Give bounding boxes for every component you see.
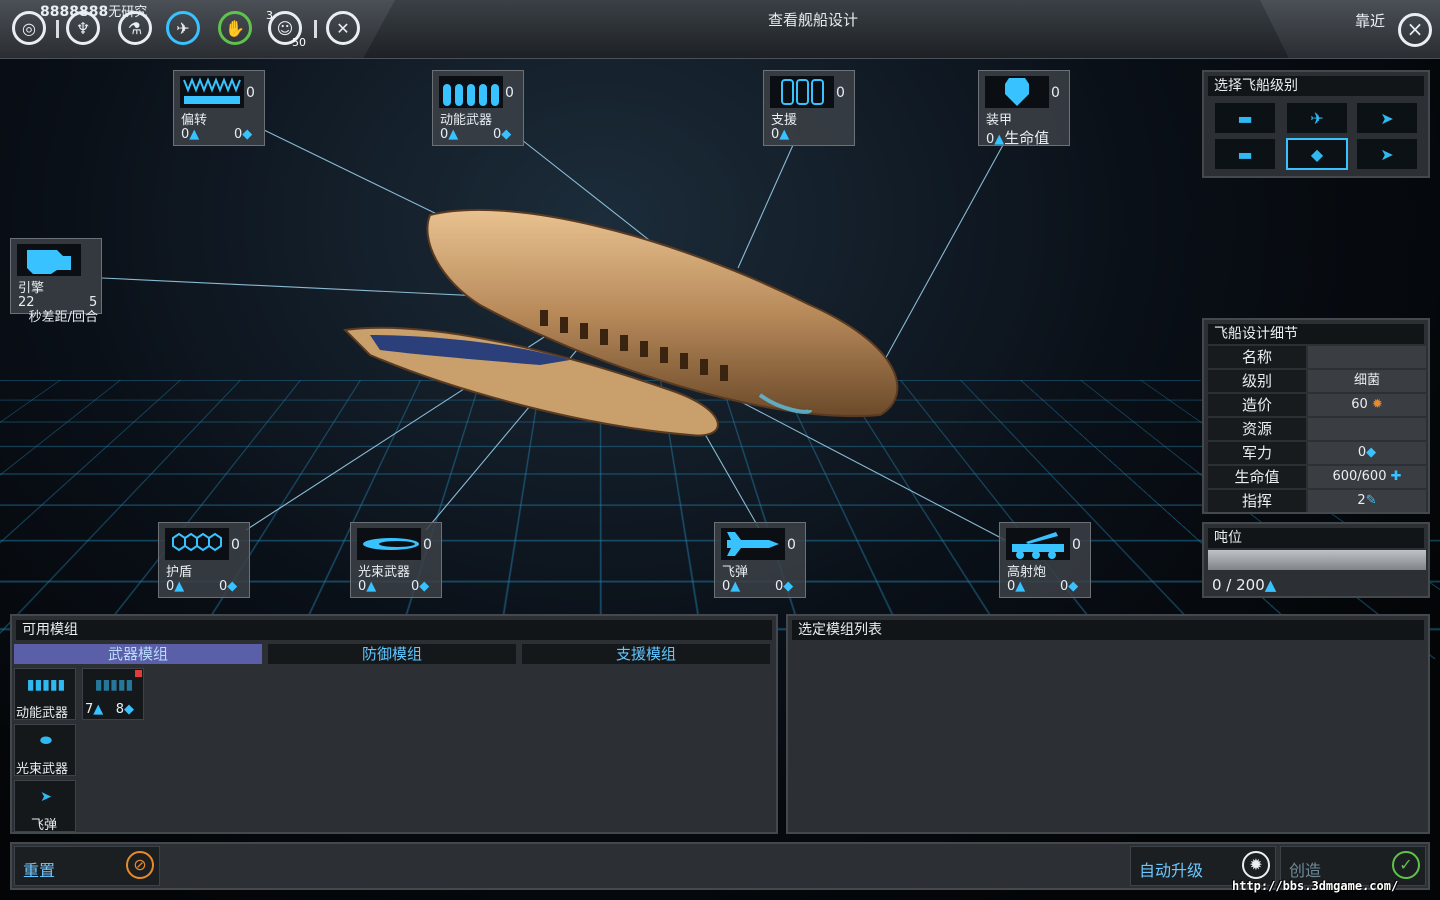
module-shield[interactable]: 0 护盾 0▲ 0◆ [158,522,250,598]
details-title: 飞船设计细节 [1208,324,1424,344]
prohibit-icon: ⊘ [126,851,154,879]
available-title: 可用模组 [16,620,772,640]
ship-model[interactable] [340,195,920,455]
new-badge [135,670,142,677]
check-icon: ✓ [1392,851,1420,879]
available-module-missile[interactable]: ➤ 飞弹 [14,780,76,833]
module-beam[interactable]: 0 光束武器 0▲ 0◆ [350,522,442,598]
reset-button[interactable]: 重置 ⊘ [14,846,160,886]
ship-class-thumb[interactable]: ▬ [1214,138,1276,170]
tab-weapons[interactable]: 武器模组 [14,644,262,664]
ship-class-title: 选择飞船级别 [1208,76,1424,96]
tonnage-title: 吨位 [1208,528,1424,548]
available-module-beam[interactable]: ⬬ 光束武器 [14,724,76,777]
ship-details-panel: 飞船设计细节 名称 级别 细菌 造价 60 ✹ 资源 军力 0◆ 生命值 600/600… [1202,318,1430,514]
close-icon[interactable]: × [1398,13,1432,47]
detail-row-class: 级别 细菌 [1208,370,1426,392]
ship-class-thumb[interactable]: ✈ [1286,102,1348,134]
tonnage-panel: 吨位 0 / 200▲ [1202,522,1430,598]
module-artillery[interactable]: 0 高射炮 0▲ 0◆ [999,522,1091,598]
tonnage-bar [1208,550,1426,570]
detail-row-resource: 资源 [1208,418,1426,440]
deflect-icon [180,76,244,108]
tab-support[interactable]: 支援模组 [522,644,770,664]
module-support[interactable]: 0 支援 0▲ [763,70,855,146]
counter-b: 50 [292,36,306,49]
plus-icon: ✚ [1390,469,1402,484]
selected-modules-panel: 选定模组列表 [786,614,1430,834]
detail-row-cost: 造价 60 ✹ [1208,394,1426,416]
engine-unit-label: 秒差距/回合 [28,310,98,325]
engine-icon [17,244,81,276]
module-kinetic[interactable]: 0 动能武器 0▲ 0◆ [432,70,524,146]
tab-defense[interactable]: 防御模组 [268,644,516,664]
armor-icon [985,76,1049,108]
selected-title: 选定模组列表 [792,620,1424,640]
available-module-kinetic[interactable]: ▮▮▮▮▮ 动能武器 [14,668,76,721]
ship-class-thumb-selected[interactable]: ◆ [1286,138,1348,170]
fist-icon: ◆ [1366,445,1377,460]
module-armor[interactable]: 0 装甲 0▲生命值 [978,70,1070,147]
missile-icon [721,528,785,560]
kinetic-icon: ▮▮▮▮▮ [26,677,66,693]
missile-icon: ➤ [40,789,52,805]
ship-class-thumb[interactable]: ➤ [1356,102,1418,134]
ship-class-thumb[interactable]: ➤ [1356,138,1418,170]
kinetic-icon [439,76,503,108]
detail-row-hp: 生命值 600/600 ✚ [1208,466,1426,488]
ship-class-panel: 选择飞船级别 ▬ ✈ ➤ ▬ ◆ ➤ [1202,70,1430,178]
shield-icon [165,528,229,560]
zoom-button[interactable]: 靠近 [1355,10,1385,31]
artillery-icon [1006,528,1070,560]
module-missile[interactable]: 0 飞弹 0▲ 0◆ [714,522,806,598]
tonnage-value: 0 / 200▲ [1212,576,1277,594]
detail-row-military: 军力 0◆ [1208,442,1426,464]
support-icon [770,76,834,108]
available-modules-panel: 可用模组 武器模组 防御模组 支援模组 ▮▮▮▮▮ 动能武器 ▮▮▮▮▮ 7▲ 8… [10,614,778,834]
beam-icon [357,528,421,560]
module-engine[interactable]: 引擎 22 5 [10,238,102,314]
module-deflect[interactable]: 0 偏转 0▲ 0◆ [173,70,265,146]
detail-row-name: 名称 [1208,346,1426,368]
page-title: 查看舰船设计 [767,11,858,29]
detail-row-command: 指挥 2✎ [1208,490,1426,512]
ship-class-thumb[interactable]: ▬ [1214,102,1276,134]
beam-icon: ⬬ [40,733,52,749]
available-module-kinetic-upgrade[interactable]: ▮▮▮▮▮ 7▲ 8◆ [82,668,144,720]
satellite-icon: ✎ [1365,493,1377,508]
gear-icon: ✹ [1242,851,1270,879]
gear-icon: ✹ [1371,397,1383,412]
watermark-text: http://bbs.3dmgame.com/ [1232,879,1399,893]
